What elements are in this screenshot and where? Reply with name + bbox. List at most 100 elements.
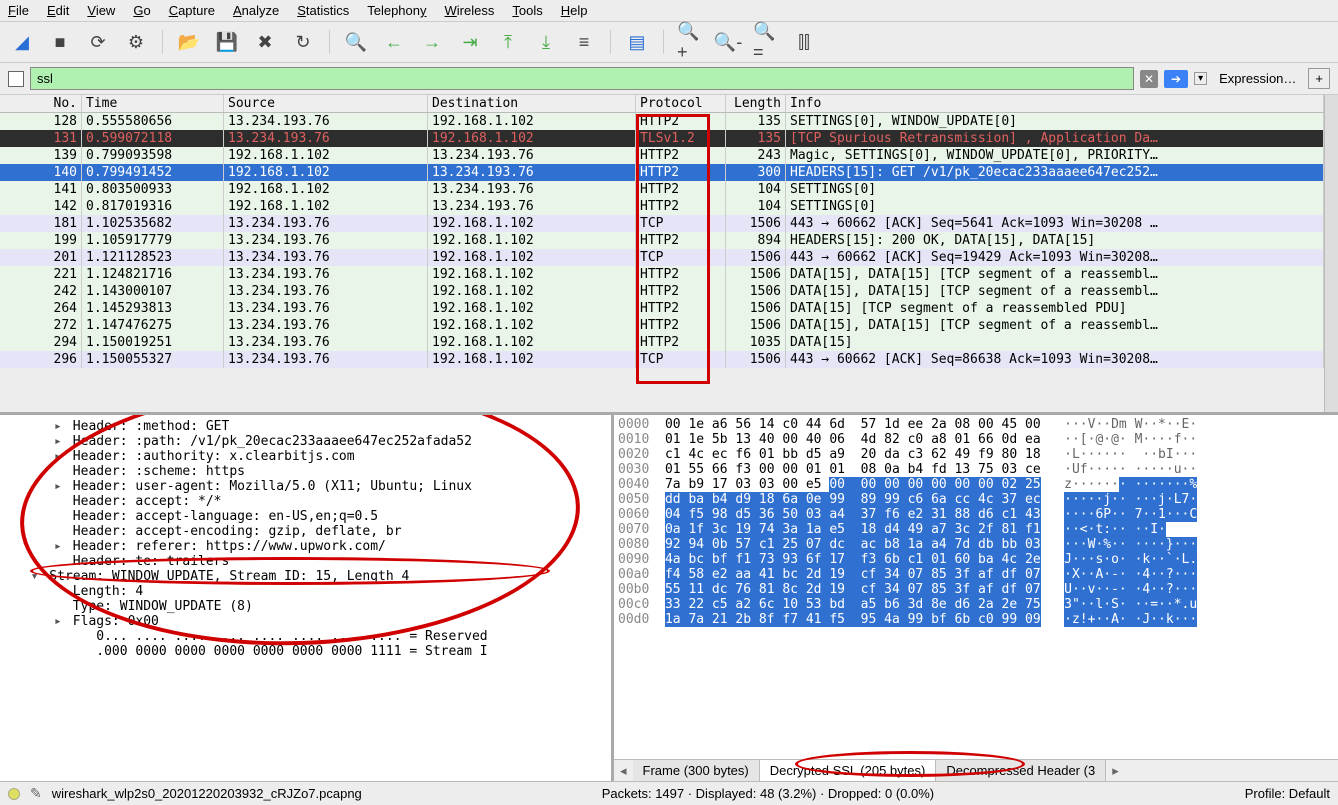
packet-row[interactable]: 1811.10253568213.234.193.76192.168.1.102… xyxy=(0,215,1324,232)
packet-list-body[interactable]: 1280.55558065613.234.193.76192.168.1.102… xyxy=(0,113,1324,412)
go-back-icon[interactable]: ← xyxy=(380,28,408,56)
tab-decrypted-ssl[interactable]: Decrypted SSL (205 bytes) xyxy=(760,760,937,781)
hex-row[interactable]: 00a0 f4 58 e2 aa 41 bc 2d 19 cf 34 07 85… xyxy=(618,567,1334,582)
expert-info-icon[interactable] xyxy=(8,788,20,800)
packet-row[interactable]: 2941.15001925113.234.193.76192.168.1.102… xyxy=(0,334,1324,351)
tree-line[interactable]: ▸ Header: :method: GET xyxy=(2,419,609,434)
tab-decompressed-header[interactable]: Decompressed Header (3 xyxy=(936,760,1106,781)
menu-telephony[interactable]: Telephony xyxy=(367,3,426,18)
hex-row[interactable]: 0090 4a bc bf f1 73 93 6f 17 f3 6b c1 01… xyxy=(618,552,1334,567)
col-header-info[interactable]: Info xyxy=(786,95,1324,112)
save-file-icon[interactable]: 💾 xyxy=(213,28,241,56)
tree-line[interactable]: Header: accept-encoding: gzip, deflate, … xyxy=(2,524,609,539)
tree-line[interactable]: ▸ Header: user-agent: Mozilla/5.0 (X11; … xyxy=(2,479,609,494)
hex-row[interactable]: 0050 dd ba b4 d9 18 6a 0e 99 89 99 c6 6a… xyxy=(618,492,1334,507)
packet-row[interactable]: 1410.803500933192.168.1.10213.234.193.76… xyxy=(0,181,1324,198)
tab-nav-left[interactable]: ◂ xyxy=(614,761,633,781)
tree-line[interactable]: Type: WINDOW_UPDATE (8) xyxy=(2,599,609,614)
menu-analyze[interactable]: Analyze xyxy=(233,3,279,18)
tree-line[interactable]: ▸ Flags: 0x00 xyxy=(2,614,609,629)
menu-help[interactable]: Help xyxy=(561,3,588,18)
clear-filter-button[interactable]: ✕ xyxy=(1140,70,1158,88)
restart-capture-icon[interactable]: ⟳ xyxy=(84,28,112,56)
hex-row[interactable]: 00d0 1a 7a 21 2b 8f f7 41 f5 95 4a 99 bf… xyxy=(618,612,1334,627)
start-capture-icon[interactable]: ◢ xyxy=(8,28,36,56)
go-forward-icon[interactable]: → xyxy=(418,28,446,56)
packet-details-pane[interactable]: ▸ Header: :method: GET ▸ Header: :path: … xyxy=(0,415,614,781)
menu-statistics[interactable]: Statistics xyxy=(297,3,349,18)
packet-row[interactable]: 2211.12482171613.234.193.76192.168.1.102… xyxy=(0,266,1324,283)
zoom-in-icon[interactable]: 🔍+ xyxy=(676,28,704,56)
go-last-icon[interactable]: ⤓ xyxy=(532,28,560,56)
tree-line[interactable]: 0... .... .... .... .... .... .... .... … xyxy=(2,629,609,644)
packet-row[interactable]: 1420.817019316192.168.1.10213.234.193.76… xyxy=(0,198,1324,215)
resize-columns-icon[interactable]: ⫿⫿ xyxy=(790,28,818,56)
close-file-icon[interactable]: ✖ xyxy=(251,28,279,56)
packet-row[interactable]: 1991.10591777913.234.193.76192.168.1.102… xyxy=(0,232,1324,249)
tab-frame[interactable]: Frame (300 bytes) xyxy=(633,760,760,781)
col-header-time[interactable]: Time xyxy=(82,95,224,112)
hex-dump-body[interactable]: 0000 00 1e a6 56 14 c0 44 6d 57 1d ee 2a… xyxy=(614,415,1338,759)
hex-row[interactable]: 0080 92 94 0b 57 c1 25 07 dc ac b8 1a a4… xyxy=(618,537,1334,552)
edit-capture-comment-icon[interactable]: ✎ xyxy=(30,785,42,802)
filter-history-dropdown[interactable]: ▾ xyxy=(1194,72,1207,85)
status-profile[interactable]: Profile: Default xyxy=(1190,786,1330,801)
apply-filter-button[interactable]: ➔ xyxy=(1164,70,1188,88)
tree-line[interactable]: ▸ Header: referer: https://www.upwork.co… xyxy=(2,539,609,554)
hex-row[interactable]: 00c0 33 22 c5 a2 6c 10 53 bd a5 b6 3d 8e… xyxy=(618,597,1334,612)
packet-row[interactable]: 1390.799093598192.168.1.10213.234.193.76… xyxy=(0,147,1324,164)
col-header-no[interactable]: No. xyxy=(0,95,82,112)
col-header-destination[interactable]: Destination xyxy=(428,95,636,112)
capture-options-icon[interactable]: ⚙ xyxy=(122,28,150,56)
packet-row[interactable]: 2961.15005532713.234.193.76192.168.1.102… xyxy=(0,351,1324,368)
tree-line[interactable]: .000 0000 0000 0000 0000 0000 0000 1111 … xyxy=(2,644,609,659)
packet-list-scrollbar[interactable] xyxy=(1324,95,1338,412)
menu-capture[interactable]: Capture xyxy=(169,3,215,18)
auto-scroll-icon[interactable]: ≡ xyxy=(570,28,598,56)
hex-row[interactable]: 00b0 55 11 dc 76 81 8c 2d 19 cf 34 07 85… xyxy=(618,582,1334,597)
hex-row[interactable]: 0010 01 1e 5b 13 40 00 40 06 4d 82 c0 a8… xyxy=(618,432,1334,447)
display-filter-input[interactable] xyxy=(30,67,1134,90)
col-header-source[interactable]: Source xyxy=(224,95,428,112)
filter-bookmark-icon[interactable] xyxy=(8,71,24,87)
packet-row[interactable]: 1310.59907211813.234.193.76192.168.1.102… xyxy=(0,130,1324,147)
packet-row[interactable]: 1400.799491452192.168.1.10213.234.193.76… xyxy=(0,164,1324,181)
tree-line[interactable]: Header: :scheme: https xyxy=(2,464,609,479)
hex-row[interactable]: 0000 00 1e a6 56 14 c0 44 6d 57 1d ee 2a… xyxy=(618,417,1334,432)
colorize-icon[interactable]: ▤ xyxy=(623,28,651,56)
hex-row[interactable]: 0060 04 f5 98 d5 36 50 03 a4 37 f6 e2 31… xyxy=(618,507,1334,522)
col-header-protocol[interactable]: Protocol xyxy=(636,95,726,112)
menu-go[interactable]: Go xyxy=(133,3,150,18)
add-filter-button[interactable]: + xyxy=(1308,68,1330,89)
expression-button[interactable]: Expression… xyxy=(1213,69,1302,88)
tree-line[interactable]: ▸ Header: :path: /v1/pk_20ecac233aaaee64… xyxy=(2,434,609,449)
find-packet-icon[interactable]: 🔍 xyxy=(342,28,370,56)
packet-row[interactable]: 2011.12112852313.234.193.76192.168.1.102… xyxy=(0,249,1324,266)
packet-row[interactable]: 2641.14529381313.234.193.76192.168.1.102… xyxy=(0,300,1324,317)
tree-line[interactable]: Header: accept-language: en-US,en;q=0.5 xyxy=(2,509,609,524)
packet-row[interactable]: 2721.14747627513.234.193.76192.168.1.102… xyxy=(0,317,1324,334)
go-first-icon[interactable]: ⤒ xyxy=(494,28,522,56)
tree-line[interactable]: ▾ Stream: WINDOW_UPDATE, Stream ID: 15, … xyxy=(2,569,609,584)
hex-row[interactable]: 0040 7a b9 17 03 03 00 e5 00 00 00 00 00… xyxy=(618,477,1334,492)
packet-row[interactable]: 1280.55558065613.234.193.76192.168.1.102… xyxy=(0,113,1324,130)
menu-view[interactable]: View xyxy=(87,3,115,18)
go-to-packet-icon[interactable]: ⇥ xyxy=(456,28,484,56)
tree-line[interactable]: Header: accept: */* xyxy=(2,494,609,509)
tree-line[interactable]: Header: te: trailers xyxy=(2,554,609,569)
tree-line[interactable]: ▸ Header: :authority: x.clearbitjs.com xyxy=(2,449,609,464)
menu-edit[interactable]: Edit xyxy=(47,3,69,18)
menu-wireless[interactable]: Wireless xyxy=(445,3,495,18)
tab-nav-right[interactable]: ▸ xyxy=(1106,761,1125,781)
menu-tools[interactable]: Tools xyxy=(512,3,542,18)
open-file-icon[interactable]: 📂 xyxy=(175,28,203,56)
menu-file[interactable]: File xyxy=(8,3,29,18)
zoom-reset-icon[interactable]: 🔍= xyxy=(752,28,780,56)
hex-row[interactable]: 0030 01 55 66 f3 00 00 01 01 08 0a b4 fd… xyxy=(618,462,1334,477)
zoom-out-icon[interactable]: 🔍- xyxy=(714,28,742,56)
stop-capture-icon[interactable]: ■ xyxy=(46,28,74,56)
hex-row[interactable]: 0070 0a 1f 3c 19 74 3a 1a e5 18 d4 49 a7… xyxy=(618,522,1334,537)
col-header-length[interactable]: Length xyxy=(726,95,786,112)
tree-line[interactable]: Length: 4 xyxy=(2,584,609,599)
reload-file-icon[interactable]: ↻ xyxy=(289,28,317,56)
